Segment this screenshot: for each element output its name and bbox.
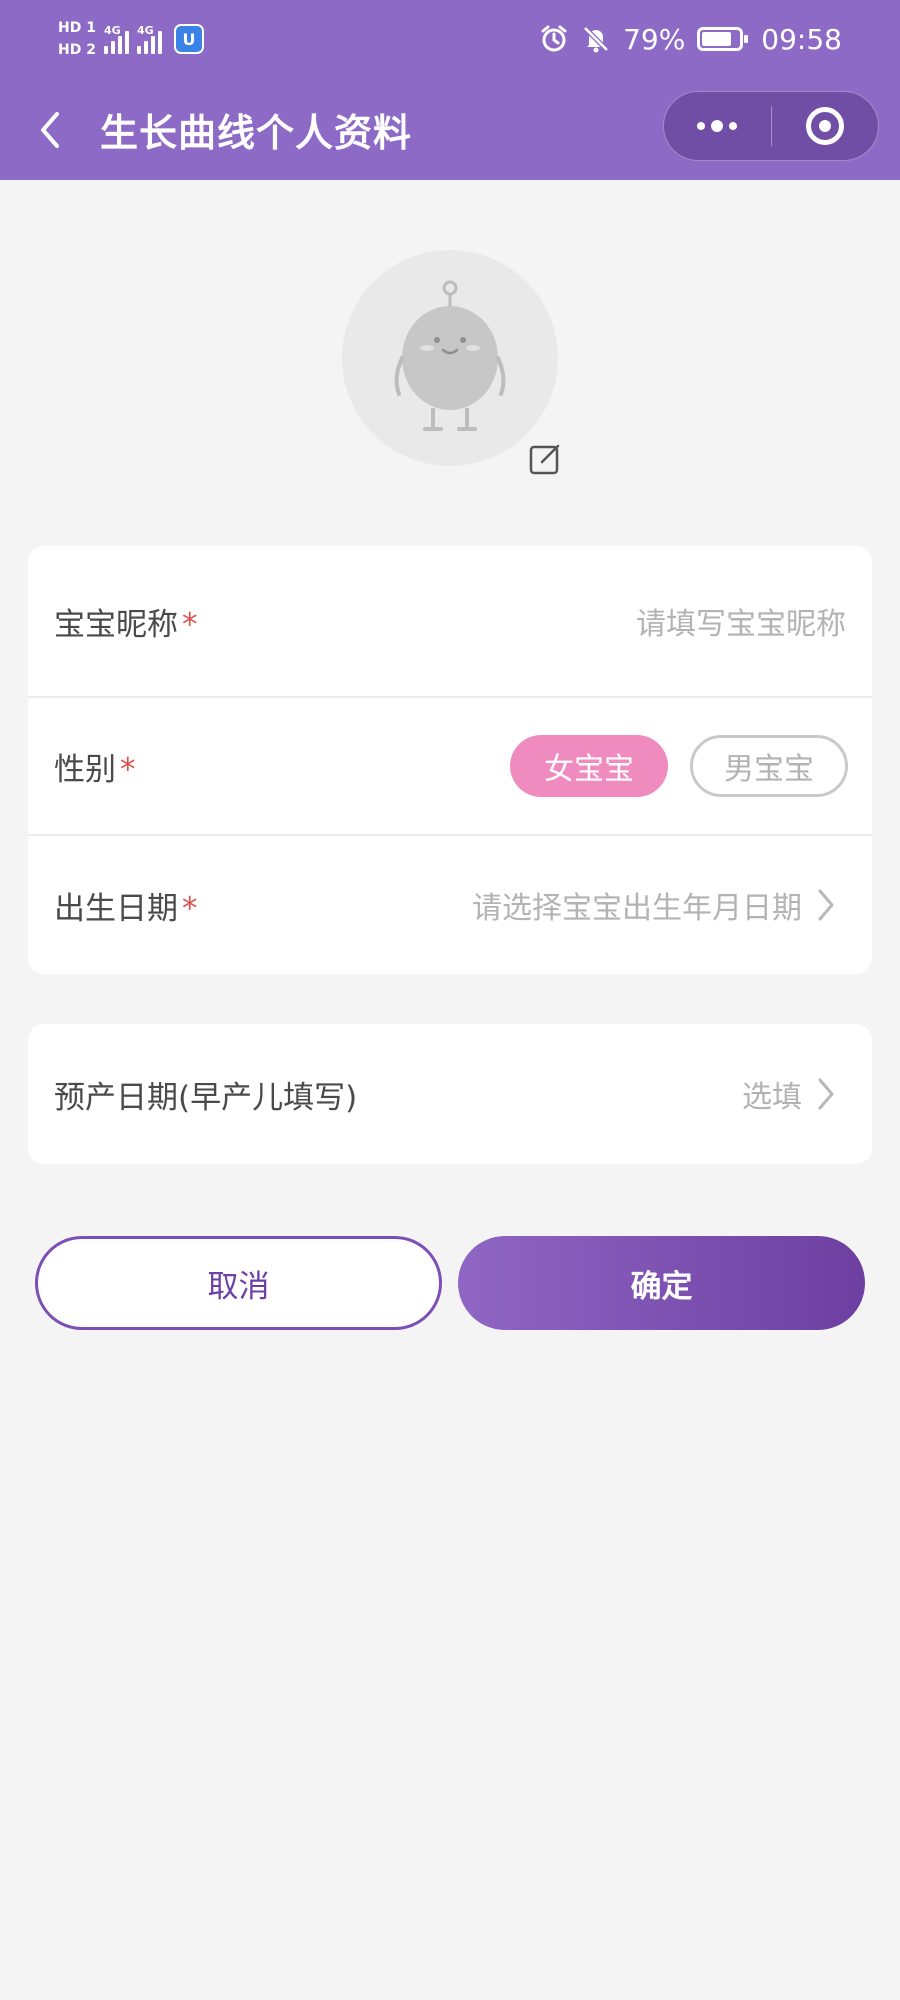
nickname-label-text: 宝宝昵称	[54, 606, 178, 643]
nav-bar: 生长曲线个人资料	[0, 80, 900, 180]
birthdate-label: 出生日期 *	[54, 883, 198, 928]
birthdate-picker[interactable]: 请选择宝宝出生年月日期	[472, 883, 802, 927]
gender-row: 性别 * 女宝宝 男宝宝	[28, 698, 872, 834]
due-date-picker[interactable]: 选填	[742, 1072, 802, 1116]
chevron-right-icon	[818, 889, 834, 921]
gender-label-text: 性别	[54, 751, 116, 788]
back-button[interactable]	[26, 104, 74, 156]
page-title: 生长曲线个人资料	[100, 111, 413, 155]
app-notification-icon: U	[173, 24, 204, 54]
required-mark: *	[182, 890, 198, 927]
net1-label: 4G	[103, 24, 121, 37]
chevron-left-icon	[41, 112, 59, 148]
birthdate-row[interactable]: 出生日期 * 请选择宝宝出生年月日期	[28, 836, 872, 974]
gender-label: 性别 *	[54, 744, 136, 789]
chevron-right-icon	[818, 1078, 834, 1110]
edit-square-icon[interactable]	[528, 442, 562, 476]
close-button[interactable]	[771, 92, 878, 160]
battery-icon	[697, 27, 749, 51]
mute-bell-icon	[583, 26, 609, 53]
required-mark: *	[182, 606, 198, 643]
app-header: HD 1 HD 2 4G 4G U 79% 09:58 生长曲线个人资料	[0, 0, 900, 180]
more-button[interactable]	[664, 92, 771, 160]
cancel-button[interactable]: 取消	[35, 1236, 442, 1330]
gender-option-female[interactable]: 女宝宝	[510, 735, 668, 797]
avatar[interactable]	[342, 250, 558, 466]
due-date-label: 预产日期(早产儿填写)	[54, 1079, 358, 1116]
status-left: HD 1 HD 2 4G 4G U	[58, 14, 204, 64]
due-date-card: 预产日期(早产儿填写) 选填	[28, 1024, 872, 1164]
birthdate-label-text: 出生日期	[54, 890, 178, 927]
robot-mascot-icon	[394, 280, 506, 431]
battery-percent: 79%	[623, 22, 686, 56]
target-circle-icon	[805, 107, 844, 145]
status-right: 79% 09:58	[539, 18, 842, 60]
sim-tags: HD 1 HD 2	[58, 19, 96, 59]
sim1-label: HD 1	[58, 20, 96, 36]
alarm-icon	[541, 25, 567, 52]
due-date-row[interactable]: 预产日期(早产儿填写) 选填	[28, 1024, 872, 1164]
sim2-label: HD 2	[58, 42, 96, 58]
confirm-button[interactable]: 确定	[458, 1236, 865, 1330]
required-mark: *	[120, 751, 136, 788]
more-dots-icon	[697, 120, 738, 132]
signal-2-icon: 4G	[136, 24, 162, 54]
avatar-container[interactable]	[342, 250, 558, 466]
gender-option-male[interactable]: 男宝宝	[690, 735, 848, 797]
status-time: 09:58	[761, 22, 842, 56]
nickname-label: 宝宝昵称 *	[54, 599, 198, 644]
status-bar: HD 1 HD 2 4G 4G U 79% 09:58	[0, 0, 900, 80]
basic-info-card: 宝宝昵称 * 请填写宝宝昵称 性别 * 女宝宝 男宝宝 出生日期 * 请选择宝宝出生年…	[28, 546, 872, 974]
signal-1-icon: 4G	[103, 24, 129, 54]
nickname-row[interactable]: 宝宝昵称 * 请填写宝宝昵称	[28, 546, 872, 696]
mini-program-capsule	[663, 91, 879, 161]
battery-level-fill	[702, 32, 731, 46]
net2-label: 4G	[136, 24, 154, 37]
nickname-input[interactable]: 请填写宝宝昵称	[636, 599, 846, 643]
